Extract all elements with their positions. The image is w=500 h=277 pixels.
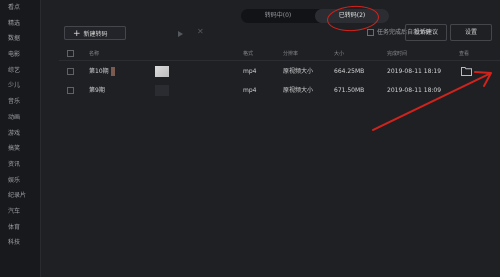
sidebar-item[interactable]: 少儿 xyxy=(0,78,40,94)
file-size: 664.25MB xyxy=(334,68,365,75)
sidebar-item[interactable]: 音乐 xyxy=(0,94,40,110)
close-icon[interactable]: ✕ xyxy=(197,27,204,36)
sidebar-item[interactable]: 数据 xyxy=(0,31,40,47)
new-transcode-label: 新建转码 xyxy=(83,31,108,38)
new-transcode-button[interactable]: + 新建转码 xyxy=(64,26,126,40)
file-name: 第9期 xyxy=(89,87,105,94)
sidebar-item[interactable]: 动画 xyxy=(0,110,40,126)
sidebar-item[interactable]: 搞笑 xyxy=(0,141,40,157)
sidebar-item[interactable]: 资讯 xyxy=(0,157,40,173)
row-checkbox[interactable] xyxy=(67,82,74,99)
file-name: 第10期 xyxy=(89,68,109,75)
column-name: 名称 xyxy=(89,51,100,57)
video-thumbnail xyxy=(155,66,169,77)
select-all-checkbox[interactable] xyxy=(67,48,74,60)
checkbox-box[interactable] xyxy=(67,87,74,94)
tab-transcoding[interactable]: 转码中(0) xyxy=(241,9,315,23)
main-panel: 转码中(0) 已转码(2) + 新建转码 ✕ 任务完成后自动关机 投诉建议 设置 … xyxy=(41,0,500,277)
feedback-button[interactable]: 投诉建议 xyxy=(405,24,447,41)
file-resolution: 原视频大小 xyxy=(283,68,314,75)
column-format: 格式 xyxy=(243,51,254,57)
sidebar-item[interactable]: 精选 xyxy=(0,16,40,32)
sidebar: 看点 精选 数据 电影 综艺 少儿 音乐 动画 游戏 搞笑 资讯 娱乐 纪录片 … xyxy=(0,0,41,277)
file-size: 671.50MB xyxy=(334,87,365,94)
file-format: mp4 xyxy=(243,68,257,75)
file-resolution: 原视频大小 xyxy=(283,87,314,94)
table-header: 名称 格式 分辨率 大小 完成时间 查看 xyxy=(59,48,500,61)
plus-icon: + xyxy=(73,29,81,39)
sidebar-item[interactable]: 电影 xyxy=(0,47,40,63)
annotation-arrow xyxy=(372,71,492,131)
checkbox-box[interactable] xyxy=(367,29,374,36)
name-redaction xyxy=(111,67,115,76)
row-checkbox[interactable] xyxy=(67,63,74,80)
column-resolution: 分辨率 xyxy=(283,51,299,57)
column-time: 完成时间 xyxy=(387,51,408,57)
file-format: mp4 xyxy=(243,87,257,94)
sidebar-item[interactable]: 游戏 xyxy=(0,126,40,142)
play-icon[interactable] xyxy=(178,31,183,37)
column-size: 大小 xyxy=(334,51,345,57)
sidebar-item[interactable]: 综艺 xyxy=(0,63,40,79)
settings-button[interactable]: 设置 xyxy=(450,24,492,41)
sidebar-item[interactable]: 娱乐 xyxy=(0,173,40,189)
checkbox-box[interactable] xyxy=(67,50,74,57)
sidebar-item[interactable]: 汽车 xyxy=(0,204,40,220)
checkbox-box[interactable] xyxy=(67,68,74,75)
video-thumbnail xyxy=(155,85,169,96)
sidebar-item[interactable]: 纪录片 xyxy=(0,188,40,204)
column-view: 查看 xyxy=(459,51,470,57)
sidebar-item[interactable]: 看点 xyxy=(0,0,40,16)
sidebar-item[interactable]: 体育 xyxy=(0,220,40,236)
sidebar-item[interactable]: 科技 xyxy=(0,235,40,251)
